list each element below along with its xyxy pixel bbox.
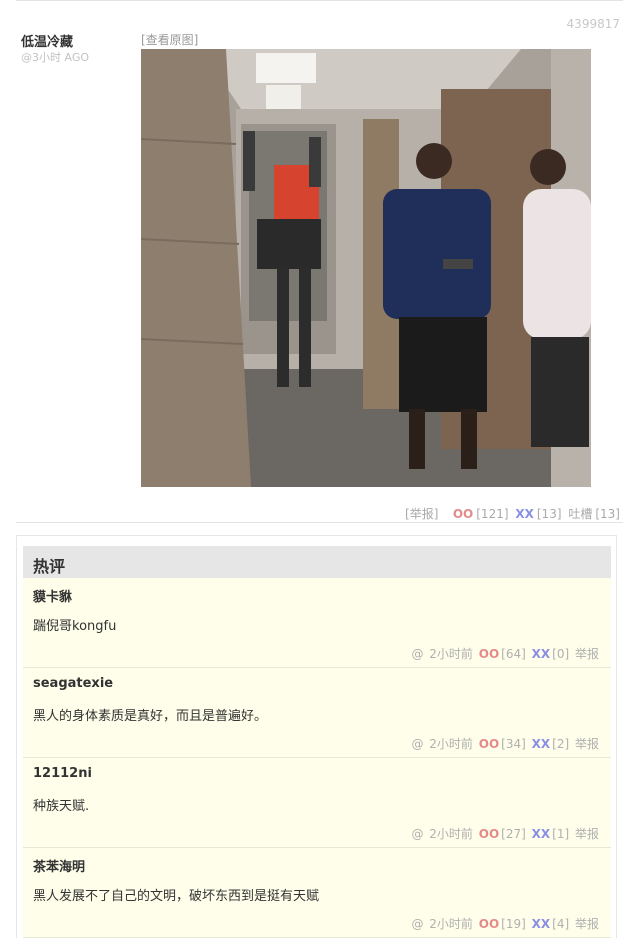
reply-at-button[interactable]: @ [411,647,423,661]
post-id: 4399817 [566,17,620,31]
comment-report-button[interactable]: 举报 [575,647,599,661]
xx-button[interactable]: XX [515,507,534,521]
view-original-link[interactable]: [查看原图] [141,31,198,48]
reply-at-button[interactable]: @ [411,737,423,751]
comment-time: 2小时前 [429,647,473,661]
comment-time: 2小时前 [429,737,473,751]
comment-author[interactable]: 12112ni [33,766,92,781]
report-button[interactable]: [举报] [405,507,438,521]
comment-oo-count: [64] [501,647,526,661]
post-divider [16,522,623,523]
post-image-illustration [141,49,591,487]
comment-time: 2小时前 [429,827,473,841]
post-author[interactable]: 低温冷藏 [21,31,73,50]
tucao-button[interactable]: 吐槽 [568,507,592,521]
oo-count: [121] [476,507,509,521]
comment-report-button[interactable]: 举报 [575,917,599,931]
comment-xx-button[interactable]: XX [532,827,551,841]
comment-item: 12112ni 种族天赋. @ 2小时前 OO [27] XX [1] 举报 [23,758,611,848]
reply-at-button[interactable]: @ [411,827,423,841]
comment-text: 黑人发展不了自己的文明，破坏东西到是挺有天赋 [33,889,320,904]
oo-button[interactable]: OO [453,507,473,521]
comment-item: 茶苯海明 黑人发展不了自己的文明，破坏东西到是挺有天赋 @ 2小时前 OO [19… [23,848,611,938]
comment-xx-count: [0] [552,647,570,661]
comment-report-button[interactable]: 举报 [575,737,599,751]
reply-at-button[interactable]: @ [411,917,423,931]
top-divider [16,0,623,1]
comment-item: seagatexie 黑人的身体素质是真好，而且是普遍好。 @ 2小时前 OO[… [23,668,611,758]
comment-xx-button[interactable]: XX [532,737,551,751]
comment-oo-button[interactable]: OO [479,647,499,661]
hot-comments-header: 热评 [23,546,611,578]
comment-oo-count: [27] [501,827,526,841]
comment-author[interactable]: 貘卡貅 [33,586,72,605]
comment-meta: @ 2小时前 OO [19] XX [4] 举报 [409,915,599,932]
comment-oo-count: [19] [501,917,526,931]
comment-oo-button[interactable]: OO [479,827,499,841]
comment-meta: @ 2小时前 OO [34] XX [2] 举报 [409,735,599,752]
xx-count: [13] [536,507,562,521]
comment-text: 种族天赋. [33,799,90,814]
comment-xx-button[interactable]: XX [532,917,551,931]
comment-text: 踹倪哥kongfu [33,619,117,634]
post-actions: [举报] OO [121] XX [13] 吐槽 [13] [402,505,620,522]
post-time: @3小时 AGO [21,51,90,64]
comment-oo-button[interactable]: OO [479,737,499,751]
comment-xx-count: [4] [552,917,570,931]
comment-oo-count: [34] [501,737,526,751]
comment-xx-button[interactable]: XX [532,647,551,661]
comment-meta: @ 2小时前 OO [27] XX [1] 举报 [409,825,599,842]
comment-xx-count: [1] [552,827,570,841]
comment-text: 黑人的身体素质是真好，而且是普遍好。 [33,709,268,724]
hot-comments-title: 热评 [33,557,66,576]
comment-meta: @ 2小时前 OO [64] XX [0] 举报 [409,645,599,662]
post-image[interactable] [141,49,591,487]
comment-oo-button[interactable]: OO [479,917,499,931]
comment-author[interactable]: 茶苯海明 [33,856,85,875]
comment-author[interactable]: seagatexie [33,676,113,691]
comment-xx-count: [2] [552,737,570,751]
comment-time: 2小时前 [429,917,473,931]
hot-comments-panel: 热评 貘卡貅 踹倪哥kongfu @ 2小时前 OO [64] XX [0] 举报 … [16,535,617,938]
tucao-count: [13] [595,507,620,521]
comment-item: 貘卡貅 踹倪哥kongfu @ 2小时前 OO [64] XX [0] 举报 [23,578,611,668]
comment-report-button[interactable]: 举报 [575,827,599,841]
